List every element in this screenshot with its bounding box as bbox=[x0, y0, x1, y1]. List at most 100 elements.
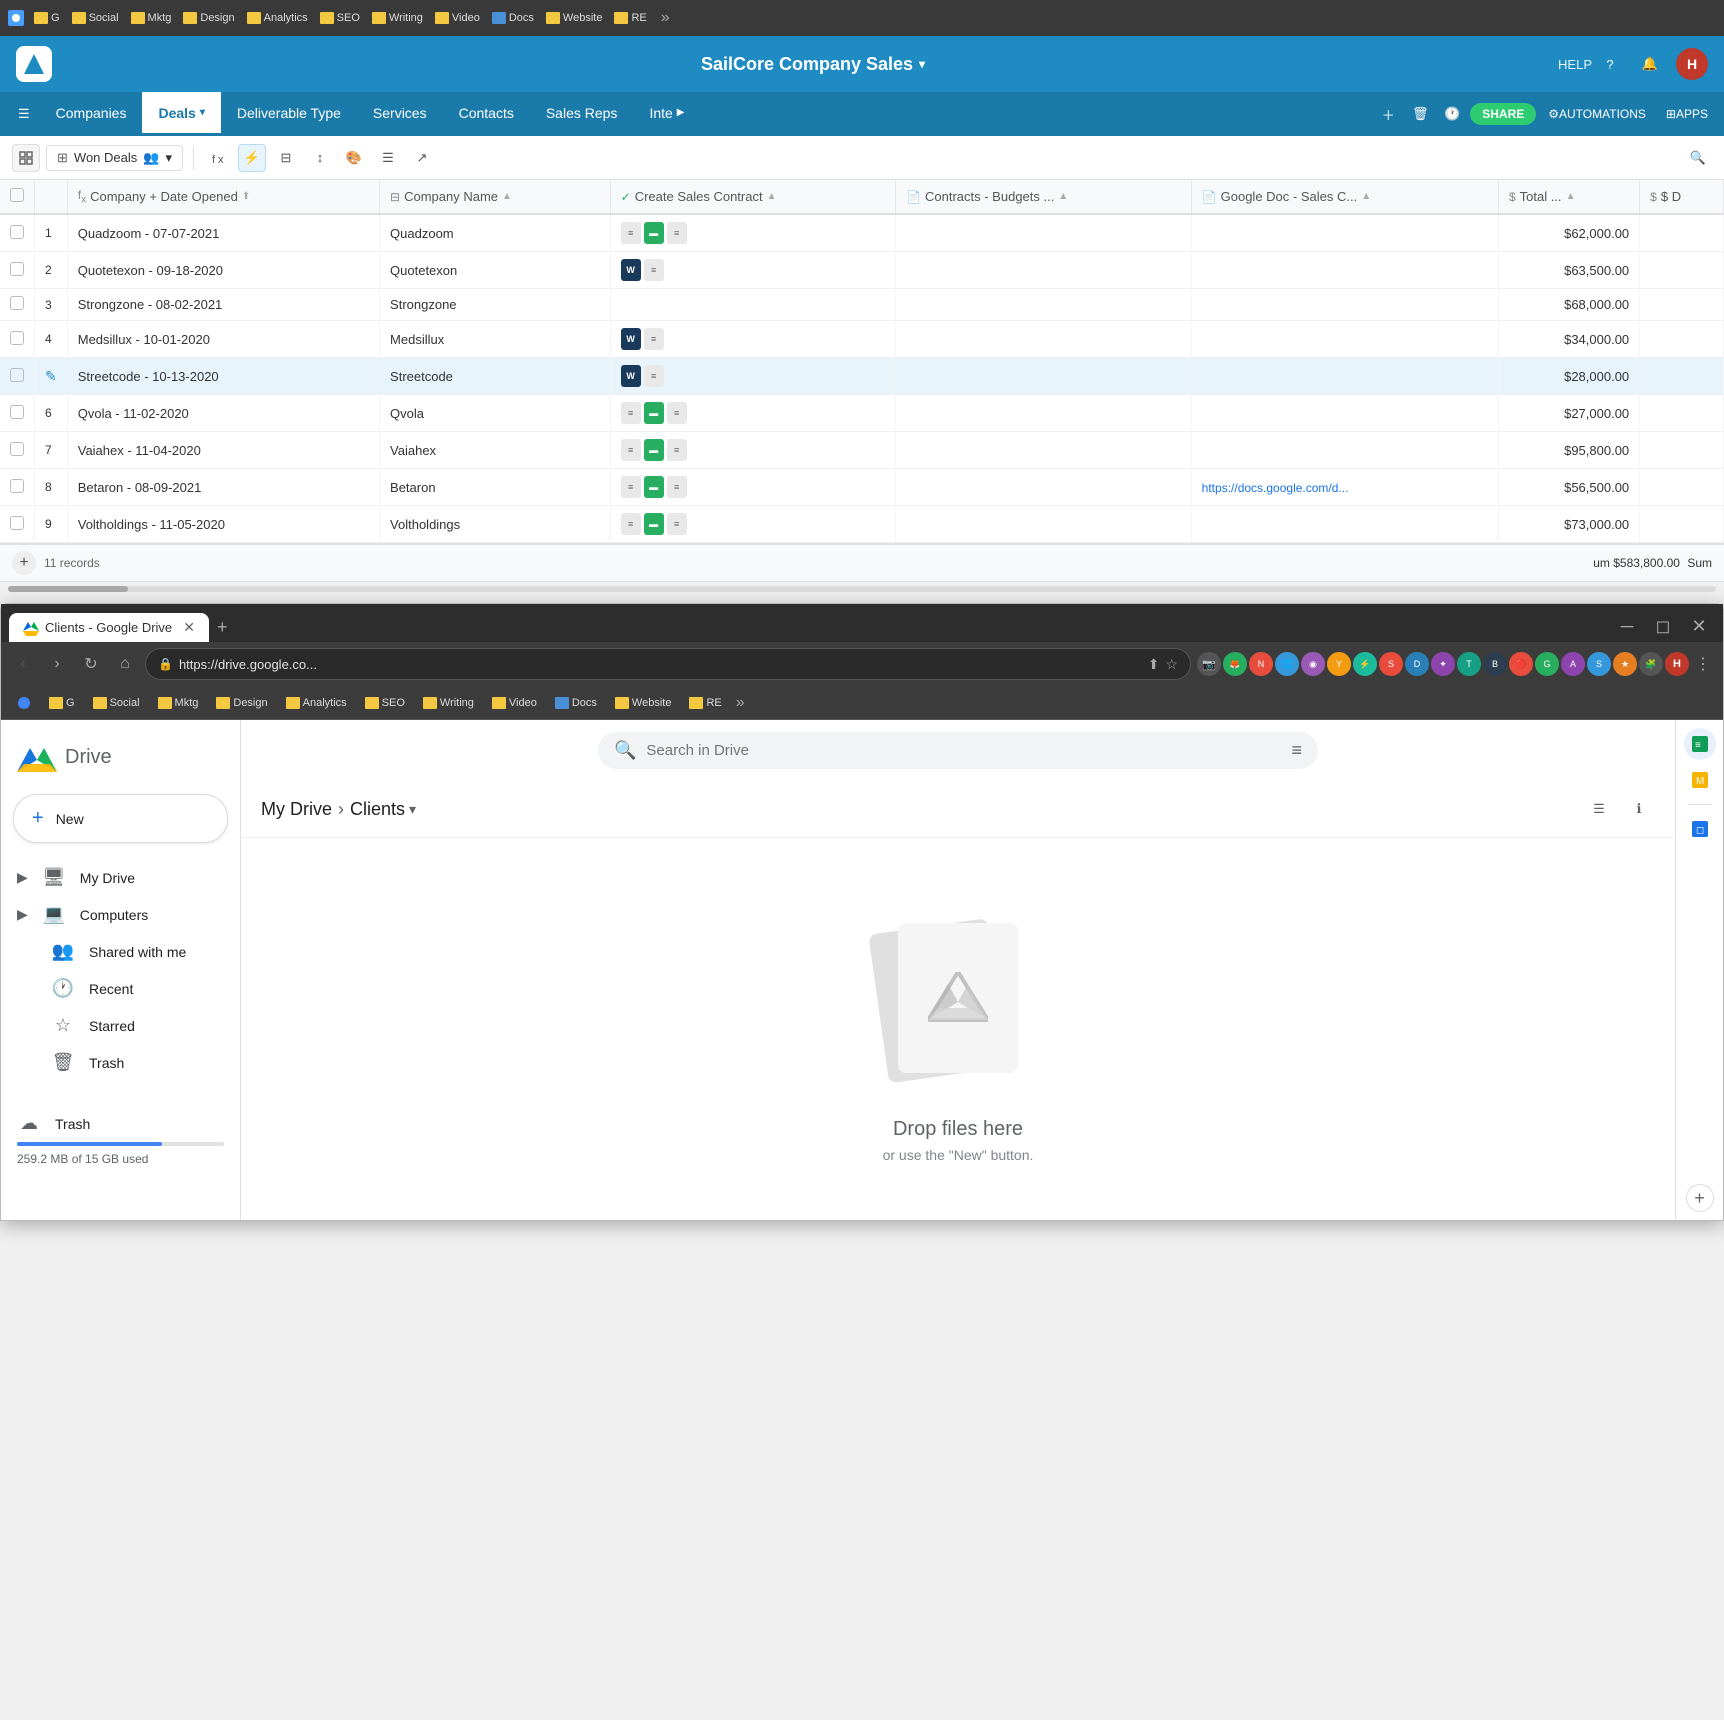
ext-icon-15[interactable]: A bbox=[1561, 652, 1585, 676]
col-header-total[interactable]: $ Total ... ▲ bbox=[1498, 180, 1639, 214]
row-company-date[interactable]: Medsillux - 10-01-2020 bbox=[67, 321, 379, 358]
fields-button[interactable]: ☰ bbox=[374, 144, 402, 172]
gdrive-bm-docs[interactable]: Docs bbox=[547, 693, 605, 713]
row-company-date[interactable]: Vaiahex - 11-04-2020 bbox=[67, 432, 379, 469]
doc-chip[interactable]: W bbox=[621, 259, 641, 281]
nav-tab-services[interactable]: Services bbox=[357, 92, 443, 136]
row-checkbox[interactable] bbox=[10, 262, 24, 276]
ext-icon-17[interactable]: ★ bbox=[1613, 652, 1637, 676]
doc-chip[interactable]: ≡ bbox=[621, 439, 641, 461]
gdrive-nav-trash[interactable]: 🗑 Trash bbox=[1, 1044, 228, 1081]
row-checkbox[interactable] bbox=[10, 405, 24, 419]
row-company-date[interactable]: Strongzone - 08-02-2021 bbox=[67, 289, 379, 321]
gdrive-nav-starred[interactable]: ☆ Starred bbox=[1, 1007, 228, 1044]
gdrive-bm-apps[interactable] bbox=[9, 692, 39, 714]
doc-chip[interactable]: ≡ bbox=[667, 476, 687, 498]
col-header-create-contract[interactable]: ✓ Create Sales Contract ▲ bbox=[610, 180, 895, 214]
code-view-button[interactable]: f x bbox=[204, 144, 232, 172]
doc-chip[interactable]: ≡ bbox=[667, 402, 687, 424]
search-filter-icon[interactable]: ≡ bbox=[1291, 740, 1302, 761]
doc-chip[interactable]: ≡ bbox=[621, 402, 641, 424]
doc-chip[interactable]: ≡ bbox=[667, 513, 687, 535]
bm-item-re[interactable]: RE bbox=[610, 10, 650, 26]
ext-icon-6[interactable]: Y bbox=[1327, 652, 1351, 676]
automations-button[interactable]: ⚙ AUTOMATIONS bbox=[1540, 103, 1654, 125]
ext-icon-10[interactable]: ✦ bbox=[1431, 652, 1455, 676]
ext-icon-14[interactable]: G bbox=[1535, 652, 1559, 676]
close-tab-button[interactable]: ✕ bbox=[183, 619, 195, 636]
more-bookmarks-button[interactable]: » bbox=[657, 9, 674, 27]
new-file-button[interactable]: + New bbox=[13, 794, 228, 843]
gdrive-nav-recent[interactable]: 🕐 Recent bbox=[1, 970, 228, 1007]
row-checkbox[interactable] bbox=[10, 331, 24, 345]
nav-tab-sales-reps[interactable]: Sales Reps bbox=[530, 92, 634, 136]
doc-chip[interactable]: ≡ bbox=[667, 222, 687, 244]
ext-icon-11[interactable]: T bbox=[1457, 652, 1481, 676]
bm-item-g[interactable]: G bbox=[30, 10, 64, 26]
doc-chip[interactable]: ≡ bbox=[621, 222, 641, 244]
row-company-name[interactable]: Quotetexon bbox=[380, 252, 611, 289]
row-contract-docs[interactable]: ≡ ▬ ≡ bbox=[610, 432, 895, 469]
doc-chip[interactable]: W bbox=[621, 328, 641, 350]
color-button[interactable]: 🎨 bbox=[340, 144, 368, 172]
row-company-date[interactable]: Quadzoom - 07-07-2021 bbox=[67, 214, 379, 252]
clock-icon[interactable]: 🕐 bbox=[1438, 100, 1466, 128]
doc-chip[interactable]: ≡ bbox=[644, 328, 664, 350]
gdrive-nav-computers[interactable]: ▶ 💻 Computers bbox=[1, 896, 228, 933]
bm-item-website[interactable]: Website bbox=[542, 10, 607, 26]
back-button[interactable]: ‹ bbox=[9, 650, 37, 678]
breadcrumb-root[interactable]: My Drive bbox=[261, 799, 332, 820]
share-page-icon[interactable]: ⬆ bbox=[1148, 656, 1160, 673]
bm-item-video[interactable]: Video bbox=[431, 10, 484, 26]
doc-chip[interactable]: W bbox=[621, 365, 641, 387]
refresh-button[interactable]: ↻ bbox=[77, 650, 105, 678]
row-company-date[interactable]: Quotetexon - 09-18-2020 bbox=[67, 252, 379, 289]
nav-tab-deliverable-type[interactable]: Deliverable Type bbox=[221, 92, 357, 136]
doc-chip[interactable]: ▬ bbox=[644, 439, 664, 461]
forward-button[interactable]: › bbox=[43, 650, 71, 678]
bm-item-social[interactable]: Social bbox=[68, 10, 123, 26]
doc-chip[interactable]: ≡ bbox=[667, 439, 687, 461]
gdrive-nav-storage[interactable]: ☁ Trash bbox=[17, 1105, 212, 1142]
row-company-name[interactable]: Voltholdings bbox=[380, 506, 611, 543]
active-browser-tab[interactable]: Clients - Google Drive ✕ bbox=[9, 613, 209, 642]
row-checkbox[interactable] bbox=[10, 479, 24, 493]
breadcrumb-current-label[interactable]: Clients bbox=[350, 799, 405, 820]
ext-icon-16[interactable]: S bbox=[1587, 652, 1611, 676]
row-contract-docs[interactable]: W ≡ bbox=[610, 358, 895, 395]
row-checkbox[interactable] bbox=[10, 225, 24, 239]
restore-button[interactable]: ◻ bbox=[1647, 610, 1679, 642]
ext-icon-3[interactable]: N bbox=[1249, 652, 1273, 676]
table-search-button[interactable]: 🔍 bbox=[1684, 144, 1712, 172]
user-avatar-ext[interactable]: H bbox=[1665, 652, 1689, 676]
row-company-date[interactable]: Voltholdings - 11-05-2020 bbox=[67, 506, 379, 543]
nav-tab-more[interactable]: Inte ▶ bbox=[633, 92, 700, 136]
bm-item-design[interactable]: Design bbox=[179, 10, 238, 26]
gdrive-bm-video[interactable]: Video bbox=[484, 693, 545, 713]
gdrive-bm-mktg[interactable]: Mktg bbox=[150, 693, 207, 713]
help-icon[interactable]: ? bbox=[1596, 50, 1624, 78]
camera-ext-icon[interactable]: 📷 bbox=[1197, 652, 1221, 676]
gdrive-bm-website[interactable]: Website bbox=[607, 693, 680, 713]
gdrive-bm-analytics[interactable]: Analytics bbox=[278, 693, 355, 713]
drive-search-input[interactable] bbox=[646, 742, 1281, 759]
doc-chip[interactable]: ≡ bbox=[621, 513, 641, 535]
gdrive-bm-design[interactable]: Design bbox=[208, 693, 275, 713]
row-checkbox[interactable] bbox=[10, 296, 24, 310]
row-company-name[interactable]: Vaiahex bbox=[380, 432, 611, 469]
select-all-checkbox-cell[interactable] bbox=[0, 180, 35, 214]
bm-item-seo[interactable]: SEO bbox=[316, 10, 364, 26]
doc-chip[interactable]: ▬ bbox=[644, 222, 664, 244]
crm-title-caret[interactable]: ▾ bbox=[919, 57, 925, 71]
scrollbar-thumb[interactable] bbox=[8, 586, 128, 592]
bm-item-writing[interactable]: Writing bbox=[368, 10, 427, 26]
row-checkbox[interactable] bbox=[10, 516, 24, 530]
col-header-contracts-budgets[interactable]: 📄 Contracts - Budgets ... ▲ bbox=[896, 180, 1192, 214]
filter-button[interactable]: ⚡ bbox=[238, 144, 266, 172]
gdrive-bm-social[interactable]: Social bbox=[85, 693, 148, 713]
doc-chip[interactable]: ▬ bbox=[644, 476, 664, 498]
puzzle-ext-icon[interactable]: 🧩 bbox=[1639, 652, 1663, 676]
nav-tab-contacts[interactable]: Contacts bbox=[443, 92, 530, 136]
notifications-icon[interactable]: 🔔 bbox=[1636, 50, 1664, 78]
group-button[interactable]: ⊟ bbox=[272, 144, 300, 172]
